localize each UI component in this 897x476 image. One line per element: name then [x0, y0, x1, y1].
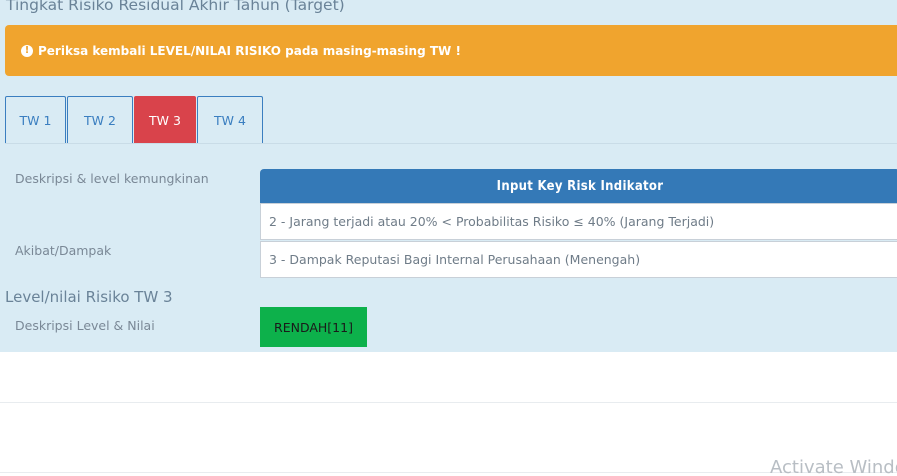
impact-label: Akibat/Dampak: [15, 243, 112, 258]
tab-tw3[interactable]: TW 3: [134, 96, 196, 144]
activate-windows-watermark: Activate Windo: [770, 457, 897, 476]
impact-field[interactable]: 3 - Dampak Reputasi Bagi Internal Perusa…: [260, 241, 897, 278]
divider: [0, 472, 897, 473]
risk-level-badge: RENDAH[11]: [260, 307, 367, 347]
section-title: Tingkat Risiko Residual Akhir Tahun (Tar…: [6, 0, 345, 14]
tab-tw1[interactable]: TW 1: [5, 96, 66, 144]
tab-tw2[interactable]: TW 2: [67, 96, 133, 144]
risk-target-panel: Tingkat Risiko Residual Akhir Tahun (Tar…: [0, 0, 897, 352]
warning-alert: ! Periksa kembali LEVEL/NILAI RISIKO pad…: [5, 25, 897, 76]
quarter-tabs: TW 1 TW 2 TW 3 TW 4: [5, 96, 264, 144]
alert-text: Periksa kembali LEVEL/NILAI RISIKO pada …: [38, 43, 461, 58]
divider: [0, 402, 897, 403]
likelihood-label: Deskripsi & level kemungkinan: [15, 171, 209, 186]
likelihood-field[interactable]: 2 - Jarang terjadi atau 20% < Probabilit…: [260, 203, 897, 240]
risk-level-title: Level/nilai Risiko TW 3: [5, 288, 173, 306]
exclamation-circle-icon: !: [21, 44, 33, 57]
level-desc-label: Deskripsi Level & Nilai: [15, 318, 155, 333]
tab-divider: [5, 143, 897, 144]
input-kri-button[interactable]: Input Key Risk Indikator: [260, 169, 897, 203]
tab-tw4[interactable]: TW 4: [197, 96, 263, 144]
